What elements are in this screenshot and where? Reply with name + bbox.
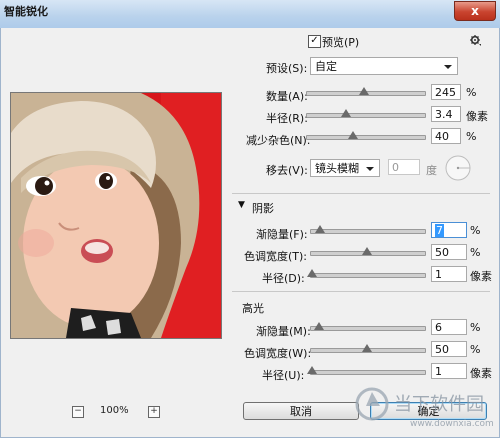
shadow-fade-unit: % [470, 224, 481, 237]
highlight-radius-label: 半径(U): [262, 369, 305, 382]
angle-dial[interactable] [444, 154, 472, 182]
title-bar: 智能锐化 x [0, 0, 500, 29]
watermark-url: www.downxia.com [410, 419, 494, 429]
shadow-fade-slider[interactable] [310, 229, 426, 234]
chevron-down-icon [366, 167, 374, 171]
preset-label: 预设(S): [266, 62, 308, 75]
preview-label: 预览(P) [322, 36, 360, 49]
remove-value: 镜头模糊 [315, 162, 359, 175]
chevron-down-icon [444, 65, 452, 69]
remove-select[interactable]: 镜头模糊 [310, 159, 380, 177]
highlight-tonal-input[interactable]: 50 [431, 341, 467, 357]
noise-label: 减少杂色(N): [246, 134, 311, 147]
shadow-fade-input[interactable]: 7 [431, 222, 467, 238]
shadow-radius-unit: 像素 [470, 270, 492, 283]
shadow-fade-label: 渐隐量(F): [256, 228, 308, 241]
angle-unit: 度 [426, 164, 437, 177]
highlights-header: 高光 [242, 302, 264, 315]
preview-image[interactable] [10, 92, 222, 339]
window-title: 智能锐化 [4, 5, 48, 18]
shadow-tonal-slider-thumb[interactable] [362, 247, 372, 255]
highlight-tonal-unit: % [470, 343, 481, 356]
section-divider [232, 193, 490, 194]
shadow-fade-value: 7 [435, 224, 444, 237]
amount-input[interactable]: 245 [431, 84, 461, 100]
watermark-logo: 当下软件园 www.downxia.com [355, 387, 494, 429]
radius-label: 半径(R): [266, 112, 308, 125]
amount-unit: % [466, 86, 477, 99]
highlight-fade-slider-thumb[interactable] [313, 322, 324, 330]
collapse-triangle-icon[interactable]: ▼ [238, 200, 245, 210]
preview-checkbox[interactable]: ✓ [308, 35, 321, 48]
close-button[interactable]: x [454, 1, 496, 21]
highlight-radius-slider[interactable] [310, 370, 426, 375]
shadow-tonal-unit: % [470, 246, 481, 259]
highlight-fade-unit: % [470, 321, 481, 334]
highlight-radius-slider-thumb[interactable] [307, 366, 317, 374]
remove-label: 移去(V): [266, 164, 308, 177]
shadow-radius-input[interactable]: 1 [431, 266, 467, 282]
highlight-radius-unit: 像素 [470, 367, 492, 380]
highlight-radius-input[interactable]: 1 [431, 363, 467, 379]
amount-slider-thumb[interactable] [358, 87, 369, 95]
shadow-radius-slider-thumb[interactable] [307, 269, 317, 277]
noise-unit: % [466, 130, 477, 143]
preset-select[interactable]: 自定 [310, 57, 458, 75]
watermark-text: 当下软件园 [394, 394, 484, 415]
radius-unit: 像素 [466, 110, 488, 123]
highlight-tonal-label: 色调宽度(W): [244, 347, 312, 360]
shadow-tonal-label: 色调宽度(T): [244, 250, 308, 263]
noise-slider-thumb[interactable] [348, 131, 359, 139]
noise-input[interactable]: 40 [431, 128, 461, 144]
cancel-button[interactable]: 取消 [243, 402, 359, 420]
shadow-tonal-input[interactable]: 50 [431, 244, 467, 260]
radius-slider-thumb[interactable] [341, 109, 352, 117]
shadow-fade-slider-thumb[interactable] [314, 225, 325, 233]
noise-slider[interactable] [306, 135, 426, 140]
shadow-radius-slider[interactable] [310, 273, 426, 278]
shadow-radius-label: 半径(D): [262, 272, 305, 285]
highlight-fade-input[interactable]: 6 [431, 319, 467, 335]
zoom-out-button[interactable]: − [72, 406, 84, 418]
preset-value: 自定 [315, 60, 337, 73]
radius-slider[interactable] [306, 113, 426, 118]
shadows-header: 阴影 [252, 202, 274, 215]
gear-icon[interactable] [470, 35, 482, 47]
highlight-tonal-slider-thumb[interactable] [362, 344, 372, 352]
highlight-fade-slider[interactable] [310, 326, 426, 331]
radius-input[interactable]: 3.4 [431, 106, 461, 122]
section-divider [232, 291, 490, 292]
zoom-level: 100% [100, 405, 129, 416]
zoom-in-button[interactable]: + [148, 406, 160, 418]
highlight-fade-label: 渐隐量(M): [256, 325, 311, 338]
amount-label: 数量(A): [266, 90, 308, 103]
angle-input[interactable]: 0 [388, 159, 420, 175]
baby-photo [11, 93, 221, 338]
